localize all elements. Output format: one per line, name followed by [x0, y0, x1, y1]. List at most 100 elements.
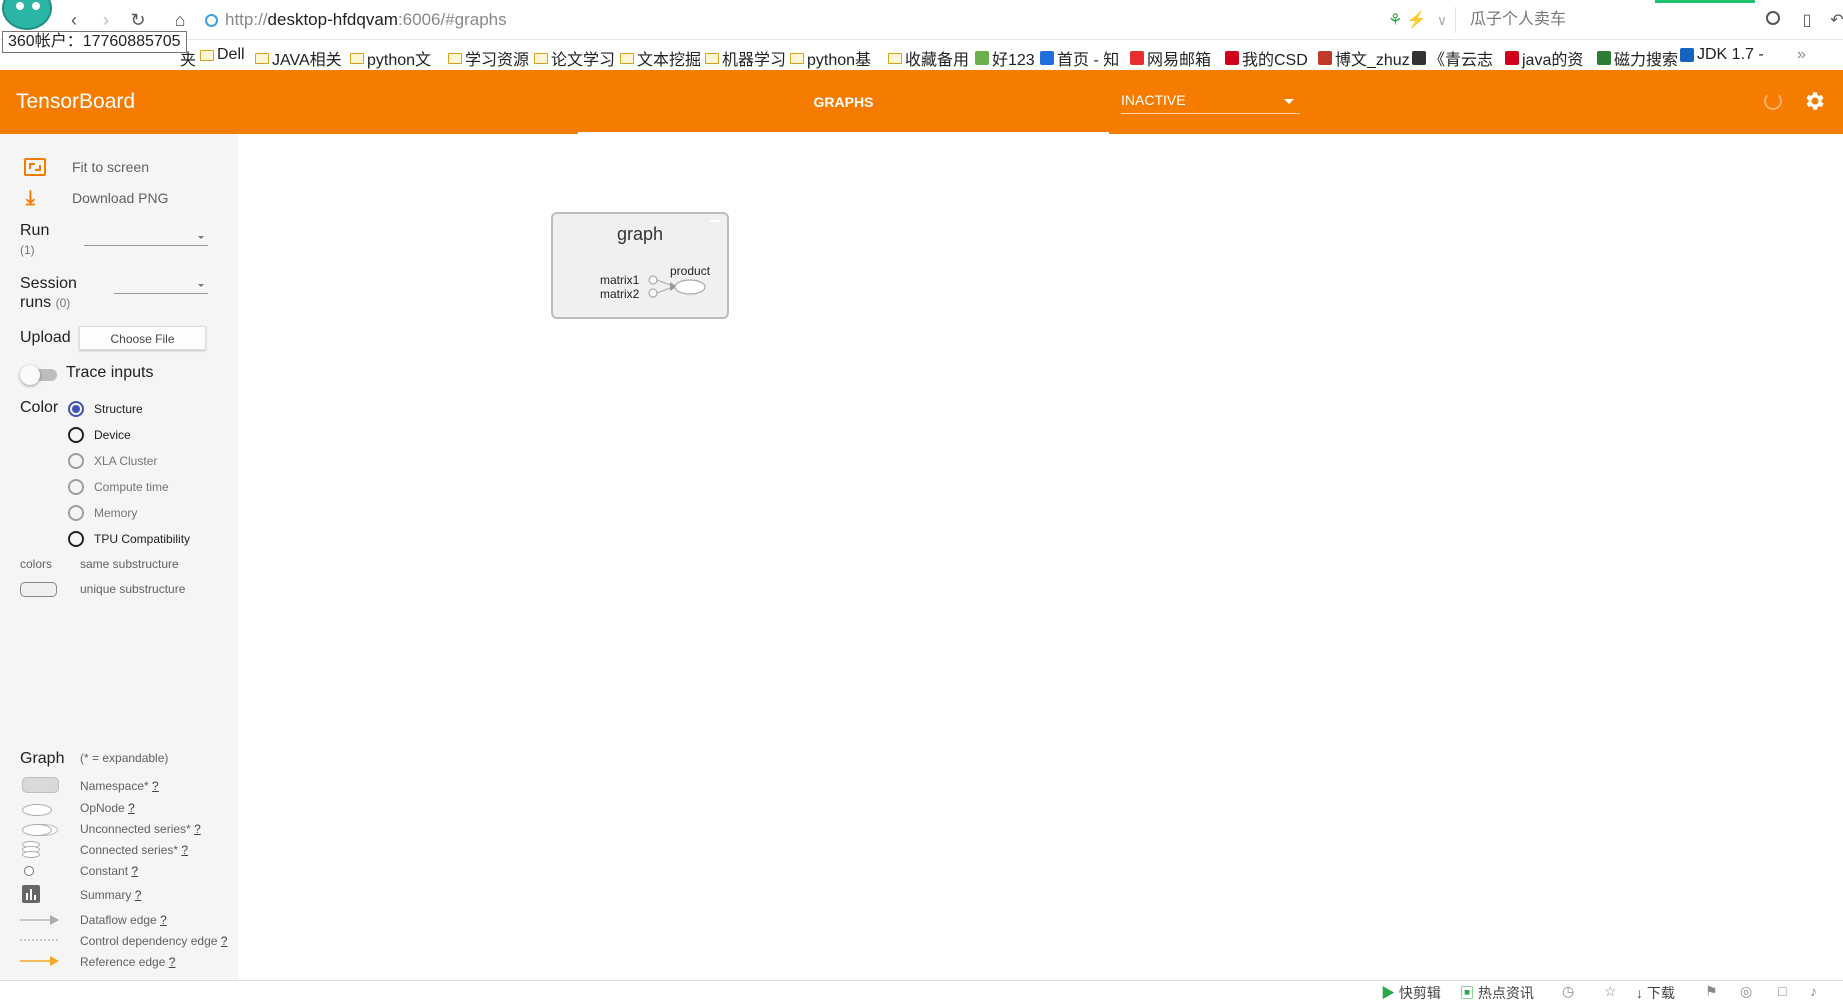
- bookmark-item[interactable]: 首页 - 知: [1040, 46, 1119, 70]
- bookmark-item[interactable]: 收藏备用: [888, 46, 969, 70]
- bookmark-label: 机器学习: [722, 52, 787, 69]
- reload-page-icon[interactable]: ↻: [126, 8, 150, 32]
- undo-icon[interactable]: ↶: [1825, 8, 1843, 32]
- bookmarks-more-icon[interactable]: »: [1797, 46, 1806, 64]
- choose-file-button[interactable]: Choose File: [79, 326, 206, 350]
- color-option-device[interactable]: Device: [68, 427, 131, 443]
- trace-inputs-toggle[interactable]: [20, 365, 57, 385]
- site-info-icon: [205, 13, 218, 27]
- chevron-down-icon[interactable]: ∨: [1430, 8, 1454, 32]
- bookmark-item[interactable]: 学习资源: [448, 46, 529, 70]
- color-option-memory[interactable]: Memory: [68, 505, 137, 521]
- search-input[interactable]: 瓜子个人卖车: [1455, 7, 1775, 33]
- folder-icon: [888, 52, 902, 64]
- radio-icon: [68, 531, 84, 547]
- bookmark-item[interactable]: 《青云志: [1412, 46, 1493, 70]
- bookmark-label: 论文学习: [551, 52, 616, 69]
- browser-status-bar: ▶ 快剪辑 ▣ 热点资讯 ◷ ☆ ↓ 下载 ⚑ ◎ □ ♪: [0, 980, 1843, 1003]
- status-browser-icon[interactable]: ◎: [1740, 983, 1752, 1000]
- sidebar-toggle-icon[interactable]: ▯: [1795, 8, 1819, 32]
- bookmark-item[interactable]: 博文_zhuz: [1318, 46, 1410, 70]
- account-avatar[interactable]: [2, 0, 52, 30]
- folder-icon: [620, 52, 634, 64]
- color-label: Color: [20, 399, 59, 416]
- unique-substructure-label: unique substructure: [80, 582, 186, 596]
- home-icon[interactable]: ⌂: [168, 8, 192, 32]
- bookmark-label: 网易邮箱: [1147, 52, 1212, 69]
- app-title: TensorBoard: [16, 90, 136, 113]
- radio-icon: [68, 479, 84, 495]
- run-dropdown[interactable]: [84, 229, 208, 247]
- security-icon[interactable]: ⚘ ⚡: [1388, 10, 1427, 30]
- inactive-select-value: INACTIVE: [1121, 92, 1186, 108]
- status-item-clip[interactable]: ▶ 快剪辑: [1381, 983, 1441, 1003]
- bookmark-item[interactable]: 机器学习: [705, 46, 786, 70]
- reload-icon[interactable]: [1764, 92, 1782, 110]
- bookmark-item[interactable]: python文: [350, 46, 431, 70]
- status-volume-icon[interactable]: ♪: [1810, 983, 1817, 999]
- graph-legend-label: Graph: [20, 750, 65, 767]
- search-icon[interactable]: [1766, 11, 1780, 25]
- bookmark-label: 磁力搜索 -: [1614, 52, 1688, 69]
- back-icon[interactable]: ‹: [62, 8, 86, 32]
- bookmark-label: 好123: [992, 52, 1035, 69]
- dropdown-arrow-icon: [1284, 99, 1294, 104]
- color-option-xla-cluster[interactable]: XLA Cluster: [68, 453, 157, 469]
- bookmark-item[interactable]: 网易邮箱: [1130, 46, 1211, 70]
- bookmark-item[interactable]: python基: [790, 46, 871, 70]
- bookmark-item[interactable]: 我的CSD: [1225, 46, 1308, 70]
- download-png-label: Download PNG: [72, 190, 169, 206]
- color-option-tpu-compatibility[interactable]: TPU Compatibility: [68, 531, 190, 547]
- download-icon: ⤓: [26, 187, 35, 209]
- color-option-compute-time[interactable]: Compute time: [68, 479, 169, 495]
- forward-icon[interactable]: ›: [94, 8, 118, 32]
- graph-namespace-node[interactable]: graph matrix1 matrix2 product: [551, 212, 729, 319]
- status-item-news[interactable]: ▣ 热点资讯: [1460, 983, 1534, 1003]
- legend-opnode: OpNode ?: [80, 801, 135, 815]
- bookmark-item[interactable]: 好123: [975, 46, 1035, 70]
- status-window-icon[interactable]: □: [1778, 983, 1786, 999]
- tab-graphs[interactable]: GRAPHS: [578, 70, 1109, 134]
- bookmarks-bar: 夹 Dell JAVA相关 python文 学习资源 论文学习 文本挖掘 机器学习 pytho…: [0, 41, 1843, 70]
- legend-connected-series: Connected series* ?: [80, 843, 189, 857]
- site-favicon-icon: [1130, 51, 1144, 65]
- trace-inputs-label: Trace inputs: [66, 364, 154, 381]
- bookmark-item[interactable]: Dell: [200, 46, 245, 64]
- legend-constant: Constant ?: [80, 864, 139, 878]
- tensorboard-header: TensorBoard GRAPHS INACTIVE: [0, 70, 1843, 134]
- unique-substructure-swatch: [20, 582, 57, 597]
- bookmark-item[interactable]: 文本挖掘: [620, 46, 701, 70]
- status-item-download[interactable]: ↓ 下载: [1636, 983, 1675, 1003]
- bookmark-label: java的资: [1522, 52, 1584, 69]
- graph-controls-sidebar: Fit to screen ⤓ Download PNG Run (1) Ses…: [0, 134, 238, 980]
- radio-checked-icon: [68, 401, 84, 417]
- bookmark-label: 我的CSD: [1242, 52, 1308, 69]
- session-runs-dropdown[interactable]: [114, 277, 208, 295]
- status-flag-icon[interactable]: ⚑: [1705, 983, 1718, 1000]
- status-pin-icon[interactable]: ☆: [1604, 983, 1617, 1000]
- bookmark-item[interactable]: JDK 1.7 -: [1680, 46, 1764, 64]
- constant-icon: [24, 866, 34, 876]
- bookmark-label: 首页 - 知: [1057, 52, 1120, 69]
- inactive-dashboard-select[interactable]: INACTIVE: [1121, 92, 1300, 114]
- color-option-structure[interactable]: Structure: [68, 401, 143, 417]
- radio-icon: [68, 453, 84, 469]
- graph-canvas[interactable]: [238, 134, 1843, 980]
- bookmark-item[interactable]: 磁力搜索 -: [1597, 46, 1688, 70]
- folder-icon: [255, 52, 269, 64]
- radio-icon: [68, 505, 84, 521]
- bookmark-item[interactable]: java的资: [1505, 46, 1583, 70]
- status-speed-icon[interactable]: ◷: [1562, 983, 1574, 1000]
- matrix1-node: [648, 275, 658, 285]
- fit-to-screen-button[interactable]: Fit to screen: [24, 158, 149, 176]
- url-host: desktop-hfdqvam: [267, 10, 398, 29]
- download-png-button[interactable]: ⤓ Download PNG: [26, 188, 169, 208]
- dataflow-edge-icon: [20, 915, 59, 925]
- fit-to-screen-label: Fit to screen: [72, 159, 150, 175]
- connected-series-icon: [22, 841, 42, 858]
- address-bar[interactable]: http://desktop-hfdqvam:6006/#graphs: [205, 7, 1450, 33]
- bookmark-item[interactable]: JAVA相关: [255, 46, 342, 70]
- gear-icon[interactable]: [1802, 89, 1826, 113]
- bookmark-item[interactable]: 论文学习: [534, 46, 615, 70]
- folder-icon: [200, 49, 214, 61]
